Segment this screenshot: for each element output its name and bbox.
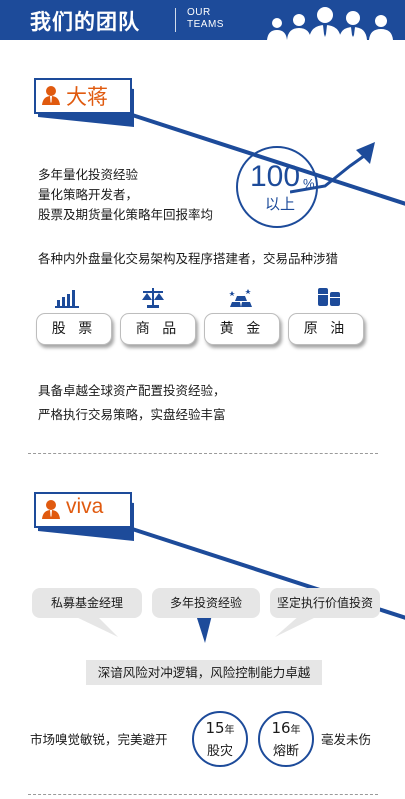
summary-line: 具备卓越全球资产配置投资经验， [38, 383, 226, 398]
member-name-card: viva [34, 492, 134, 542]
section-divider [28, 453, 378, 454]
section-divider [28, 794, 378, 795]
team-silhouette-icon [267, 7, 393, 40]
market-sense-text: 市场嗅觉敏锐，完美避开 [30, 732, 168, 747]
header-subtitle: OUR TEAMS [187, 7, 224, 31]
trait-bubble: 坚定执行价值投资 [270, 588, 380, 618]
summary-line: 严格执行交易策略，实盘经验丰富 [38, 407, 226, 422]
trait-bubble: 私募基金经理 [32, 588, 142, 618]
event-ring: 16年 熔断 [258, 711, 314, 767]
event-year-number: 15 [205, 719, 225, 737]
member-name: viva [66, 495, 104, 518]
asset-button-stocks[interactable]: 股 票 [36, 313, 112, 345]
event-year: 16年 [260, 719, 312, 737]
event-word: 股灾 [206, 744, 233, 759]
return-badge-unit: % [303, 176, 315, 191]
risk-control-banner: 深谙风险对冲逻辑，风险控制能力卓越 [86, 660, 322, 685]
return-badge-suffix: 以上 [265, 195, 296, 213]
scale-icon [142, 288, 164, 308]
trait-bubble: 多年投资经验 [152, 588, 260, 618]
asset-button-gold[interactable]: 黄 金 [204, 313, 280, 345]
page-title: 我们的团队 [30, 10, 140, 34]
bubble-tails [72, 615, 320, 643]
return-badge-value: 100 [250, 160, 301, 193]
event-word: 熔断 [272, 744, 299, 759]
gold-bars-icon [229, 289, 252, 307]
event-year-unit: 年 [290, 725, 301, 736]
header-subtitle-line1: OUR [187, 7, 211, 18]
growth-arrow-icon [290, 142, 375, 194]
event-year: 15年 [194, 719, 246, 737]
event-ring: 15年 股灾 [192, 711, 248, 767]
header-divider [175, 8, 176, 32]
unharmed-text: 毫发未伤 [321, 732, 372, 747]
architecture-line: 各种内外盘量化交易架构及程序搭建者，交易品种涉猎 [38, 251, 339, 266]
event-year-unit: 年 [224, 725, 235, 736]
person-icon [42, 86, 60, 105]
event-year-number: 16 [271, 719, 291, 737]
asset-button-crude-oil[interactable]: 原 油 [288, 313, 364, 345]
header-subtitle-line2: TEAMS [187, 19, 224, 30]
member-name: 大蒋 [66, 86, 108, 109]
person-icon [42, 500, 60, 519]
bar-chart-icon [55, 290, 79, 308]
experience-line: 股票及期货量化策略年回报率均 [38, 207, 214, 222]
oil-barrels-icon [318, 288, 340, 306]
member-name-card: 大蒋 [34, 78, 134, 128]
experience-line: 量化策略开发者， [38, 187, 139, 202]
experience-line: 多年量化投资经验 [38, 167, 139, 182]
asset-button-commodities[interactable]: 商 品 [120, 313, 196, 345]
page-header: 我们的团队 OUR TEAMS [0, 0, 405, 40]
